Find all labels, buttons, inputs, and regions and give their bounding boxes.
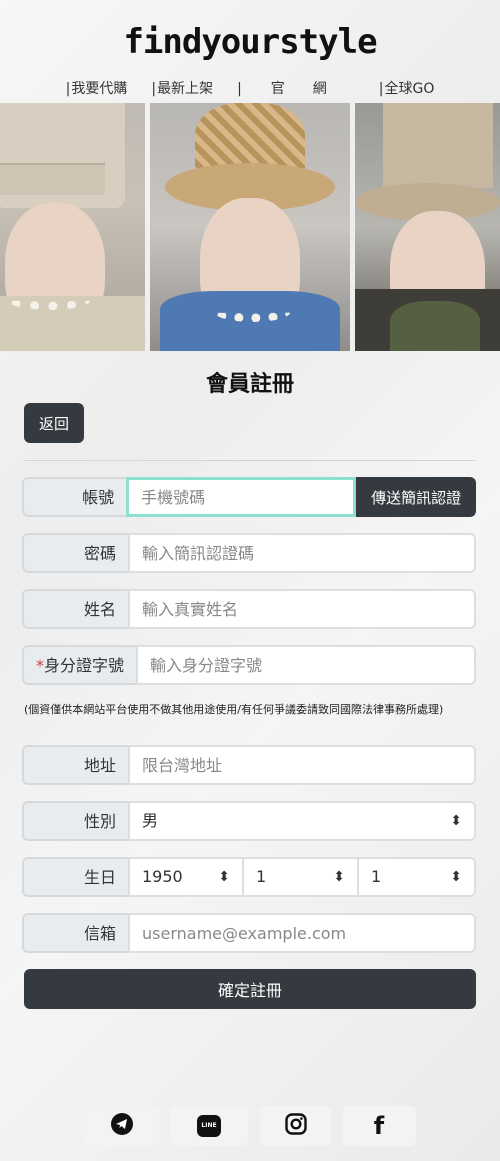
site-logo[interactable]: findyourstyle bbox=[0, 22, 500, 62]
facebook-link[interactable]: f bbox=[342, 1106, 416, 1146]
gender-row: 性別 男 ⬍ bbox=[22, 801, 476, 841]
real-name-input[interactable] bbox=[128, 589, 476, 629]
account-row: 帳號 傳送簡訊認證 bbox=[22, 477, 476, 517]
nav-item-global-go[interactable]: 全球GO bbox=[367, 78, 447, 98]
email-label: 信箱 bbox=[22, 913, 128, 953]
banner-image-bucket-hat bbox=[355, 103, 500, 351]
hero-banner bbox=[0, 103, 500, 351]
gender-label: 性別 bbox=[22, 801, 128, 841]
banner-image-cap bbox=[0, 103, 145, 351]
password-label: 密碼 bbox=[22, 533, 128, 573]
sms-code-input[interactable] bbox=[128, 533, 476, 573]
id-number-label-text: 身分證字號 bbox=[43, 656, 124, 675]
nav-item-new-arrivals[interactable]: 最新上架 bbox=[139, 78, 225, 98]
instagram-link[interactable] bbox=[260, 1106, 331, 1146]
select-arrows-icon: ⬍ bbox=[333, 869, 345, 885]
phone-input[interactable] bbox=[126, 477, 357, 517]
gender-value: 男 bbox=[142, 811, 159, 830]
send-sms-code-button[interactable]: 傳送簡訊認證 bbox=[356, 477, 476, 517]
nav-item-official-site[interactable]: 官網 bbox=[225, 78, 367, 98]
birth-month-value: 1 bbox=[256, 867, 267, 886]
account-label: 帳號 bbox=[22, 477, 127, 517]
name-row: 姓名 bbox=[22, 589, 476, 629]
id-number-input[interactable] bbox=[136, 645, 476, 685]
back-button[interactable]: 返回 bbox=[24, 403, 84, 443]
required-mark: * bbox=[35, 656, 44, 675]
password-row: 密碼 bbox=[22, 533, 476, 573]
privacy-note: (個資僅供本網站平台使用不做其他用途使用/有任何爭議委請致同國際法律事務所處理) bbox=[24, 703, 444, 716]
address-input[interactable] bbox=[128, 745, 476, 785]
top-nav: 我要代購 最新上架 官網 全球GO bbox=[0, 78, 500, 98]
telegram-link[interactable] bbox=[84, 1106, 159, 1146]
line-link[interactable]: LINE bbox=[170, 1106, 248, 1146]
submit-register-button[interactable]: 確定註冊 bbox=[24, 969, 476, 1009]
gender-select[interactable]: 男 ⬍ bbox=[128, 801, 476, 841]
select-arrows-icon: ⬍ bbox=[450, 813, 462, 829]
name-label: 姓名 bbox=[22, 589, 128, 629]
email-row: 信箱 bbox=[22, 913, 476, 953]
line-icon: LINE bbox=[197, 1115, 221, 1137]
telegram-icon bbox=[110, 1112, 134, 1140]
address-label: 地址 bbox=[22, 745, 128, 785]
select-arrows-icon: ⬍ bbox=[450, 869, 462, 885]
banner-image-straw-hat bbox=[150, 103, 350, 351]
birth-day-value: 1 bbox=[371, 867, 382, 886]
id-number-label: *身分證字號 bbox=[22, 645, 136, 685]
select-arrows-icon: ⬍ bbox=[218, 869, 230, 885]
email-input[interactable] bbox=[128, 913, 476, 953]
id-number-row: *身分證字號 bbox=[22, 645, 476, 685]
page-title: 會員註冊 bbox=[205, 371, 294, 397]
instagram-icon bbox=[284, 1112, 308, 1140]
birthday-label: 生日 bbox=[22, 857, 128, 897]
birthday-row: 生日 1950 ⬍ 1 ⬍ 1 ⬍ bbox=[22, 857, 476, 897]
facebook-icon: f bbox=[373, 1112, 385, 1140]
nav-item-proxy-buy[interactable]: 我要代購 bbox=[54, 78, 140, 98]
address-row: 地址 bbox=[22, 745, 476, 785]
social-links: LINE f bbox=[0, 1106, 500, 1146]
birth-year-select[interactable]: 1950 ⬍ bbox=[128, 857, 244, 897]
birth-month-select[interactable]: 1 ⬍ bbox=[244, 857, 359, 897]
divider bbox=[24, 460, 476, 461]
birth-day-select[interactable]: 1 ⬍ bbox=[359, 857, 476, 897]
birth-year-value: 1950 bbox=[142, 867, 183, 886]
